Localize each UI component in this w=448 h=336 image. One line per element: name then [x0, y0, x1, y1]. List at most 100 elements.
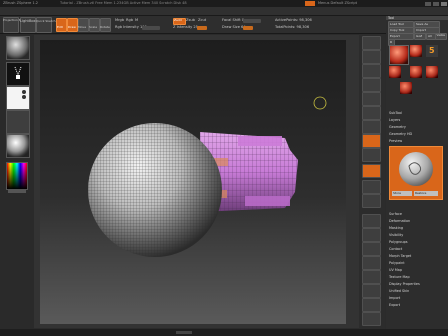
brush-cursor [313, 96, 327, 110]
zsub-button[interactable]: Zsub [186, 18, 195, 23]
aahalf-button[interactable] [362, 92, 381, 106]
menus-toggle[interactable] [305, 1, 315, 6]
goz-label: GoZ [416, 34, 423, 38]
preview-sphere [399, 152, 433, 186]
tool-thumb-sphere3d[interactable] [410, 45, 422, 57]
m-button[interactable]: M [135, 18, 138, 23]
store-button[interactable]: Store [392, 191, 412, 196]
persp-button[interactable] [362, 106, 381, 120]
mrgb-button[interactable]: Mrgb [115, 18, 124, 23]
import-menu[interactable]: Import [389, 296, 400, 300]
r-label: R [390, 40, 393, 44]
tool-thumb-5[interactable] [426, 66, 438, 78]
display-properties-menu[interactable]: Display Properties [389, 282, 420, 286]
layers-menu[interactable]: Layers [389, 118, 400, 122]
color-picker[interactable] [6, 162, 28, 190]
rotate-z-button[interactable] [362, 194, 381, 208]
focal-shift-label: Focal Shift 0 [222, 18, 245, 22]
unified-skin-menu[interactable]: Unified Skin [389, 289, 409, 293]
draw-label: Draw [68, 25, 76, 29]
rgb-intensity-slider[interactable] [142, 26, 160, 30]
total-points-readout: TotalPoints: 98,306 [275, 25, 310, 29]
contact-menu[interactable]: Contact [389, 247, 402, 251]
save-as-label: Save As [416, 22, 428, 26]
move-label: Move [78, 25, 87, 29]
subtool-menu[interactable]: SubTool [389, 111, 402, 115]
masking-menu[interactable]: Masking [389, 226, 403, 230]
export-label: Export [390, 34, 400, 38]
scale-label: Scale [89, 25, 98, 29]
frame-button[interactable] [362, 214, 381, 228]
rotate-label: Rotate [100, 25, 110, 29]
zcut-button[interactable]: Zcut [198, 18, 206, 23]
store-label: Store [393, 191, 401, 195]
rotate-view-button[interactable] [362, 256, 381, 270]
uv-map-menu[interactable]: UV Map [389, 268, 402, 272]
actual-button[interactable] [362, 78, 381, 92]
move-view-button[interactable] [362, 228, 381, 242]
scale-view-button[interactable] [362, 242, 381, 256]
floor-button[interactable] [362, 120, 381, 134]
bpr-button[interactable] [362, 36, 381, 50]
surface-menu[interactable]: Surface [389, 212, 402, 216]
import-label: Import [416, 28, 426, 32]
scroll-button[interactable] [362, 50, 381, 64]
document-canvas[interactable] [40, 40, 346, 324]
solo-button[interactable] [362, 298, 381, 312]
rgb-button[interactable]: Rgb [126, 18, 133, 23]
right-shelf [359, 34, 385, 329]
zadd-label: Zadd [174, 18, 182, 22]
polypaint-menu[interactable]: Polypaint [389, 261, 405, 265]
menu-bar: AlphaBrushColorDocumentDrawEditFileLayer… [0, 7, 448, 23]
xpose-button[interactable] [362, 312, 381, 326]
brush-thumbnail[interactable] [6, 36, 30, 60]
goz-button[interactable]: GoZ [414, 33, 426, 40]
texture-thumbnail[interactable] [6, 110, 30, 134]
polyf-button[interactable] [362, 270, 381, 284]
transp-button[interactable] [362, 284, 381, 298]
visible-label: Visible [436, 34, 445, 37]
tool-thumb-4[interactable] [410, 66, 422, 78]
texture-map-menu[interactable]: Texture Map [389, 275, 410, 279]
deformation-menu[interactable]: Deformation [389, 219, 410, 223]
status-handle[interactable] [176, 331, 192, 334]
alpha-glyph-icon [22, 90, 26, 99]
rotate-y-button[interactable] [362, 180, 381, 194]
zoom-button[interactable] [362, 64, 381, 78]
lsym-button[interactable] [362, 148, 381, 162]
draw-size-slider[interactable] [243, 26, 253, 30]
visibility-menu[interactable]: Visibility [389, 233, 403, 237]
status-bar [0, 329, 448, 336]
sphere-mesh [88, 123, 222, 257]
xyz-button[interactable] [362, 164, 381, 178]
tool-thumb-2[interactable]: 5 [426, 45, 438, 57]
tool-count-badge: 5 [429, 46, 435, 55]
minimize-button[interactable] [425, 1, 431, 6]
material-thumbnail[interactable] [6, 134, 30, 158]
geometry-hd-menu[interactable]: Geometry HD [389, 132, 412, 136]
memory-readout: Tutorial - ZBrush.ztl Free Mem 1.234GB A… [60, 1, 187, 5]
geometry-menu[interactable]: Geometry [389, 125, 406, 129]
current-tool-thumbnail[interactable] [389, 45, 409, 65]
titlebar-right[interactable]: Menus Default ZScript [318, 0, 357, 7]
app-title: ZBrush ZSphere 1.2 [3, 1, 39, 5]
close-button[interactable] [441, 1, 447, 6]
preview-menu[interactable]: Preview [389, 139, 402, 143]
alpha-thumbnail[interactable] [6, 86, 30, 110]
stroke-thumbnail[interactable] [6, 62, 30, 86]
export-menu[interactable]: Export [389, 303, 400, 307]
restore-button[interactable]: Restore [414, 191, 438, 196]
maximize-button[interactable] [433, 1, 439, 6]
z-intensity-slider[interactable] [197, 26, 207, 30]
visible-button[interactable]: Visible [435, 33, 447, 40]
local-button[interactable] [362, 134, 381, 148]
restore-label: Restore [415, 191, 427, 195]
secondary-color-swatch[interactable] [8, 190, 26, 193]
morph-target-menu[interactable]: Morph Target [389, 254, 411, 258]
polygroups-menu[interactable]: Polygroups [389, 240, 408, 244]
focal-shift-slider[interactable] [243, 19, 261, 23]
load-tool-label: Load Tool [390, 22, 404, 26]
tool-thumb-6[interactable] [400, 82, 412, 94]
preview-panel[interactable]: Store Restore [389, 146, 443, 200]
tool-thumb-3[interactable] [389, 66, 401, 78]
